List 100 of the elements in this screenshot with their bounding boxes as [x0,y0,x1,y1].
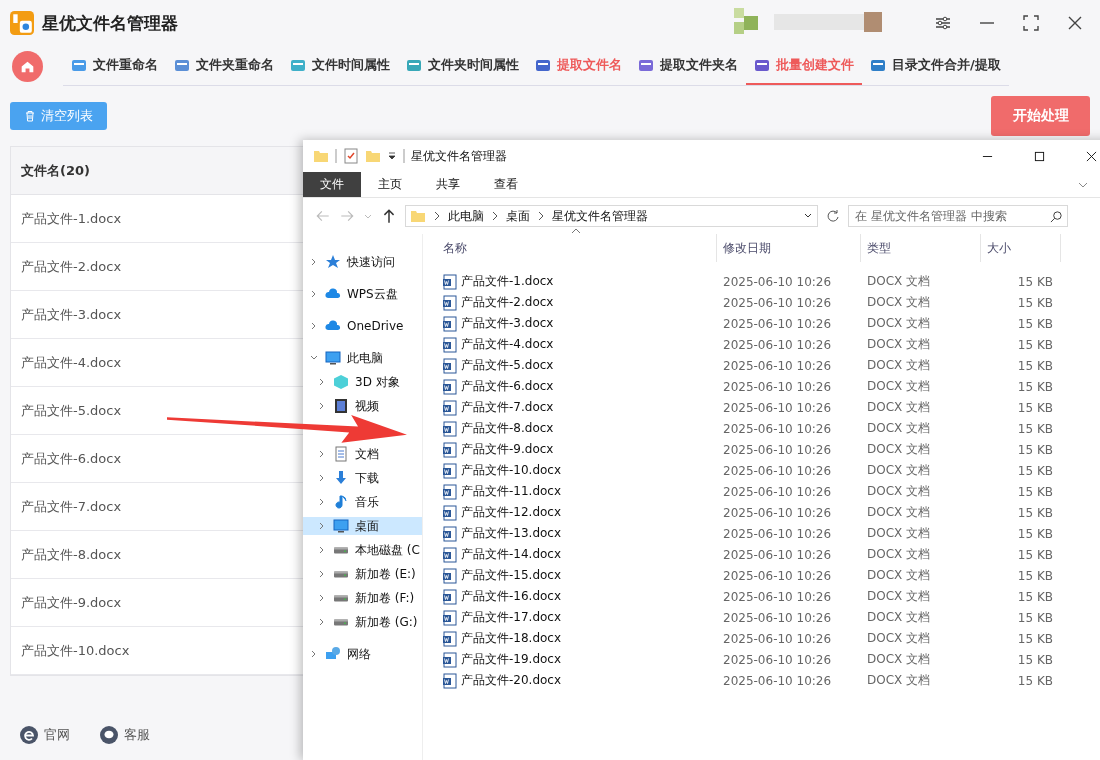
file-name[interactable]: 产品文件-12.docx [461,504,562,521]
divider [335,149,337,163]
search-icon [1050,209,1063,223]
drive-icon [333,618,349,626]
maximize-icon[interactable] [1034,150,1045,162]
browser-icon [20,726,38,744]
monitor-icon [325,350,341,366]
file-name[interactable]: 产品文件-20.docx [461,672,562,689]
network-icon [325,646,341,662]
table-cell-text: 2025-06-10 10:26 [722,673,833,688]
chevron-icon[interactable] [492,211,498,221]
column-header[interactable]: 修改日期 [717,234,861,262]
home-icon[interactable] [12,50,43,82]
column-header[interactable]: 名称 [423,234,717,262]
monitor-icon [333,518,349,534]
nav-item[interactable]: OneDrive [303,317,422,335]
close-icon[interactable] [1086,150,1097,162]
file-name[interactable]: 产品文件-10.docx [461,462,562,479]
column-header[interactable]: 大小 [981,234,1061,262]
nav-item[interactable]: 文档 [303,445,422,463]
tab[interactable]: 文件夹重命名 [166,46,282,85]
file-name[interactable]: 产品文件-2.docx [461,294,554,311]
cube-icon [333,374,349,390]
file-name[interactable]: 产品文件-14.docx [461,546,562,563]
breadcrumb[interactable]: 桌面 [506,207,530,225]
file-name[interactable]: 产品文件-19.docx [461,651,562,668]
table-cell-text: DOCX 文档 [866,315,932,332]
table-cell-text: 15 KB [1016,673,1054,688]
word-file-icon [443,609,457,626]
file-name[interactable]: 产品文件-11.docx [461,483,562,500]
table-cell-text: 2025-06-10 10:26 [722,421,833,436]
file-name[interactable]: 产品文件-16.docx [461,588,562,605]
nav-item[interactable]: 此电脑 [303,349,422,367]
ribbon-tab[interactable]: 查看 [477,172,535,197]
chevron-icon[interactable] [538,211,544,221]
search-field[interactable]: 在 星优文件名管理器 中搜索 [848,205,1068,227]
table-cell-text: 15 KB [1016,610,1054,625]
properties-icon[interactable] [343,148,359,164]
file-name[interactable]: 产品文件-5.docx [461,357,554,374]
breadcrumb[interactable]: 此电脑 [448,207,484,225]
table-cell-text: 15 KB [1016,274,1054,289]
table-cell-text: DOCX 文档 [866,651,932,668]
file-name[interactable]: 产品文件-9.docx [461,441,554,458]
tab[interactable]: 文件重命名 [63,46,166,85]
nav-item[interactable]: 新加卷 (F:) [303,589,422,607]
table-cell-text: 15 KB [1016,505,1054,520]
drive-icon [333,546,349,554]
chat-icon [100,726,118,744]
tab[interactable]: 文件时间属性 [282,46,398,85]
nav-item[interactable]: 音乐 [303,493,422,511]
nav-item[interactable]: 本地磁盘 (C [303,541,422,559]
trash-icon [24,110,36,122]
chevron-icon[interactable] [434,211,440,221]
ribbon-tab[interactable]: 主页 [361,172,419,197]
column-header[interactable]: 类型 [861,234,981,262]
table-cell-text: DOCX 文档 [866,399,932,416]
word-file-icon [443,630,457,647]
word-file-icon [443,399,457,416]
nav-item[interactable]: 网络 [303,645,422,663]
nav-item[interactable]: 快速访问 [303,253,422,271]
refresh-icon[interactable] [826,209,840,223]
file-name[interactable]: 产品文件-17.docx [461,609,562,626]
table-cell-text: 15 KB [1016,589,1054,604]
breadcrumb[interactable]: 星优文件名管理器 [552,207,648,225]
close-icon[interactable] [1066,14,1084,32]
nav-item[interactable]: 桌面 [303,517,422,535]
window-title: 星优文件名管理器 [411,147,507,165]
table-cell-text: 2025-06-10 10:26 [722,547,833,562]
table-cell-text: 2025-06-10 10:26 [722,484,833,499]
ribbon-tab[interactable]: 文件 [303,172,361,197]
word-file-icon [443,546,457,563]
document-icon [333,446,349,462]
file-name[interactable]: 产品文件-1.docx [461,273,554,290]
table-cell-text: 2025-06-10 10:26 [722,505,833,520]
table-cell-text: 15 KB [1016,463,1054,478]
ribbon-tab[interactable]: 共享 [419,172,477,197]
table-cell-text: DOCX 文档 [866,357,932,374]
tab[interactable]: 目录文件合并/提取 [862,46,1009,85]
file-name[interactable]: 产品文件-18.docx [461,630,562,647]
table-cell-text: 15 KB [1016,547,1054,562]
footer-link[interactable]: 客服 [100,726,150,744]
table-cell-text: DOCX 文档 [866,462,932,479]
nav-item[interactable]: 视频 [303,397,422,415]
table-cell-text: 2025-06-10 10:26 [722,316,833,331]
up-icon[interactable] [381,208,397,224]
file-name[interactable]: 产品文件-8.docx [461,420,554,437]
star-icon [325,254,341,270]
table-cell-text: 15 KB [1016,421,1054,436]
file-name[interactable]: 产品文件-3.docx [461,315,554,332]
table-cell-text: 2025-06-10 10:26 [722,463,833,478]
word-file-icon [443,315,457,332]
tab[interactable]: 提取文件夹名 [630,46,746,85]
dropdown-icon[interactable] [387,151,397,161]
settings-icon[interactable] [934,14,952,32]
table-cell-text: DOCX 文档 [866,420,932,437]
file-name[interactable]: 产品文件-7.docx [461,399,554,416]
address-bar[interactable]: 此电脑 桌面 星优文件名管理器 [405,205,818,227]
file-name[interactable]: 产品文件-4.docx [461,336,554,353]
tab[interactable]: 文件夹时间属性 [398,46,527,85]
footer-link[interactable]: 官网 [20,726,70,744]
